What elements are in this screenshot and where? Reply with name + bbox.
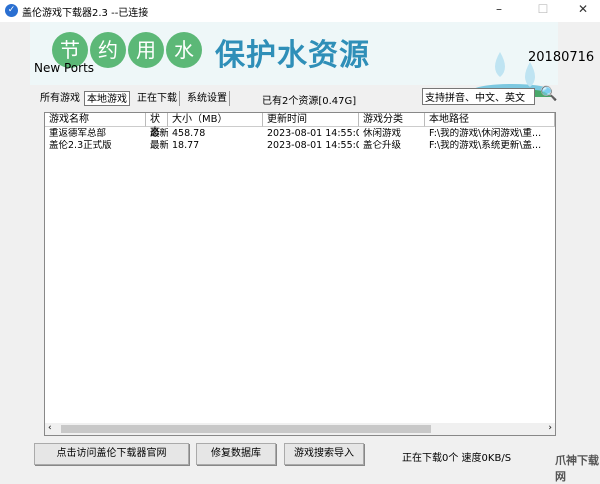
cell-category: 盖仑升级 bbox=[363, 140, 402, 151]
scroll-right-icon[interactable]: › bbox=[548, 423, 552, 433]
table-row[interactable]: 重返德军总部 最新 458.78 2023-08-01 14:55:05 休闲游… bbox=[45, 128, 555, 140]
tab-all-games[interactable]: 所有游戏 bbox=[38, 91, 82, 106]
column-header[interactable]: 游戏分类 bbox=[359, 113, 425, 127]
app-icon: ✓ bbox=[5, 4, 18, 17]
slogan-text: 保护水资源 bbox=[215, 38, 370, 73]
search-icon[interactable]: 🔍 bbox=[540, 86, 557, 102]
close-button[interactable]: ✕ bbox=[568, 2, 598, 20]
cell-time: 2023-08-01 14:55:05 bbox=[267, 128, 359, 139]
maximize-button[interactable]: ☐ bbox=[528, 2, 558, 20]
game-search-import-button[interactable]: 游戏搜索导入 bbox=[284, 443, 364, 465]
scroll-left-icon[interactable]: ‹ bbox=[48, 423, 52, 433]
cell-status: 最新 bbox=[150, 128, 168, 139]
cell-status: 最新 bbox=[150, 140, 168, 151]
cell-path: F:\我的游戏\系统更新\盖... bbox=[429, 140, 542, 151]
cell-size: 18.77 bbox=[172, 140, 200, 151]
window-title: 盖伦游戏下载器2.3 --已连接 bbox=[22, 8, 149, 19]
search-input[interactable] bbox=[422, 88, 535, 105]
repair-database-button[interactable]: 修复数据库 bbox=[196, 443, 276, 465]
visit-website-button[interactable]: 点击访问盖伦下载器官网 bbox=[34, 443, 189, 465]
cell-name: 盖伦2.3正式版 bbox=[49, 140, 112, 151]
cell-size: 458.78 bbox=[172, 128, 206, 139]
version-label: 20180716 bbox=[528, 50, 595, 65]
table-row[interactable]: 盖伦2.3正式版 最新 18.77 2023-08-01 14:55:03 盖仑… bbox=[45, 140, 555, 152]
minimize-button[interactable]: – bbox=[484, 2, 514, 20]
tab-downloading[interactable]: 正在下载 bbox=[135, 91, 180, 106]
title-bar: ✓ 盖伦游戏下载器2.3 --已连接 – ☐ ✕ bbox=[0, 0, 600, 22]
scroll-thumb[interactable] bbox=[61, 425, 431, 433]
slogan-char: 水 bbox=[166, 32, 202, 68]
cell-path: F:\我的游戏\休闲游戏\重... bbox=[429, 128, 542, 139]
column-header[interactable]: 游戏名称 bbox=[45, 113, 146, 127]
column-header[interactable]: 大小（MB） bbox=[168, 113, 263, 127]
tab-settings[interactable]: 系统设置 bbox=[185, 91, 230, 106]
horizontal-scrollbar[interactable]: ‹ › bbox=[45, 423, 555, 435]
banner: 节 约 用 水 保护水资源 20180716 bbox=[30, 22, 594, 97]
cell-time: 2023-08-01 14:55:03 bbox=[267, 140, 359, 151]
resource-count: 已有2个资源[0.47G] bbox=[262, 96, 357, 107]
column-header[interactable]: 本地路径 bbox=[425, 113, 555, 127]
column-header[interactable]: 更新时间 bbox=[263, 113, 359, 127]
download-status: 正在下载0个 速度0KB/S bbox=[402, 453, 512, 464]
slogan-char: 用 bbox=[128, 32, 164, 68]
new-ports-label: New Ports bbox=[34, 61, 95, 75]
column-header[interactable]: 状态 bbox=[146, 113, 168, 138]
tab-local-games[interactable]: 本地游戏 bbox=[84, 91, 130, 106]
cell-category: 休闲游戏 bbox=[363, 128, 402, 139]
slogan-char: 约 bbox=[90, 32, 126, 68]
cell-name: 重返德军总部 bbox=[49, 128, 107, 139]
watermark: 爪神下载网 bbox=[555, 454, 599, 483]
game-table: 游戏名称 状态 大小（MB） 更新时间 游戏分类 本地路径 重返德军总部 最新 … bbox=[44, 112, 556, 436]
